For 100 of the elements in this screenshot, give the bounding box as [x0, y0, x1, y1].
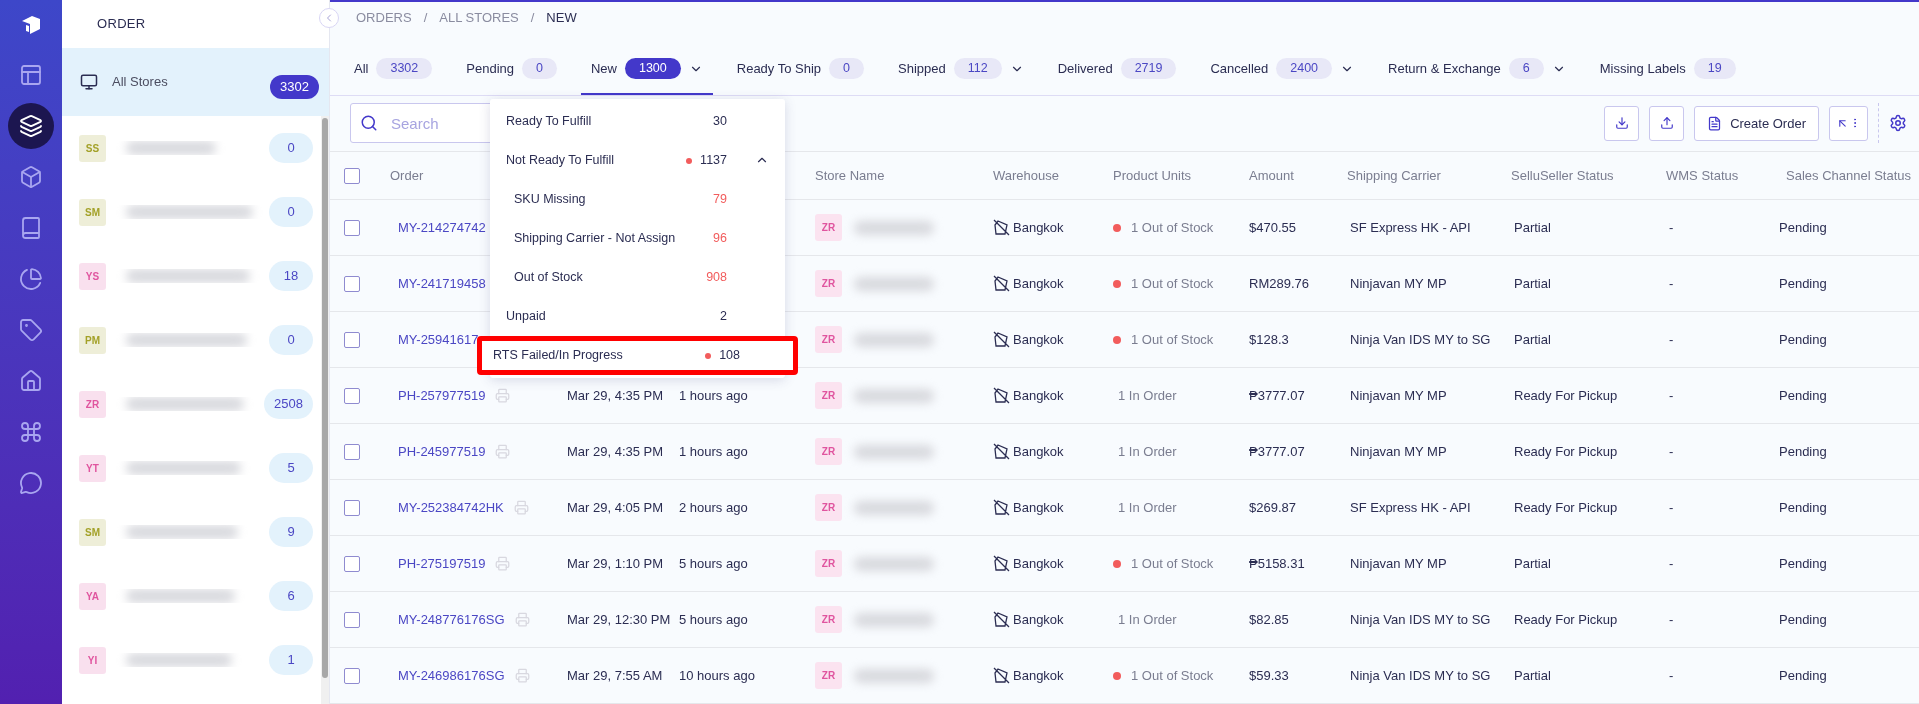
count-badge: 3302 — [376, 58, 433, 79]
store-initials: SM — [79, 518, 106, 546]
column-header: Order — [389, 166, 424, 185]
breadcrumb-separator: / — [423, 8, 428, 27]
select-all-checkbox[interactable] — [344, 167, 360, 184]
store-item[interactable]: YT 5 — [62, 436, 321, 500]
menu-item[interactable]: Out of Stock 908 — [490, 258, 785, 297]
count-badge: 0 — [829, 58, 865, 79]
table-cell-text: Bangkok — [1013, 666, 1064, 685]
order-link[interactable]: PH-257977519 — [398, 385, 486, 406]
count-badge: 1 — [269, 645, 313, 675]
row-checkbox[interactable] — [344, 611, 360, 628]
table-cell-text: Pending — [1778, 498, 1827, 517]
table-cell: 5 hours ago — [679, 611, 748, 627]
table-cell-text: Ninjavan MY MP — [1349, 386, 1447, 405]
status-tab[interactable]: Pending 0 — [456, 44, 567, 95]
table-cell-text: - — [1668, 330, 1674, 349]
menu-item[interactable]: Not Ready To Fulfill 1137 — [490, 141, 785, 180]
table-cell-text: 1 Out of Stock — [1131, 218, 1214, 237]
table-cell-text: Ninjavan MY MP — [1349, 274, 1447, 293]
menu-item[interactable]: SKU Missing 79 — [490, 180, 785, 219]
status-tab[interactable]: Cancelled 2400 — [1200, 44, 1365, 95]
row-checkbox[interactable] — [344, 331, 360, 348]
upload-button[interactable] — [1649, 105, 1685, 141]
store-item[interactable]: PM 0 — [62, 308, 321, 372]
row-checkbox[interactable] — [344, 499, 360, 516]
table-cell-text: Ninja Van IDS MY to SG — [1349, 330, 1491, 349]
row-checkbox[interactable] — [344, 667, 360, 684]
menu-item[interactable]: Shipping Carrier - Not Assign 96 — [490, 219, 785, 258]
row-checkbox[interactable] — [344, 443, 360, 460]
table-cell-text: Partial — [1513, 666, 1551, 685]
table-cell-text: - — [1668, 442, 1674, 461]
crossed-out-icon — [993, 387, 1010, 404]
table-cell-text: - — [1668, 498, 1674, 517]
table-cell-text: 1 Out of Stock — [1131, 554, 1214, 573]
panel-title: ORDER — [97, 15, 146, 34]
table-cell: Mar 29, 7:55 AM — [567, 667, 663, 683]
column-header: Sales Channel Status — [1785, 166, 1912, 185]
nav-item[interactable] — [8, 103, 54, 149]
store-initials: ZR — [815, 662, 842, 689]
menu-item[interactable]: Unpaid 2 — [490, 297, 785, 336]
order-link[interactable]: MY-246986176SG — [398, 665, 505, 686]
layers-icon — [19, 114, 43, 138]
tab-label: Return & Exchange — [1388, 59, 1501, 78]
create-order-button[interactable]: Create Order — [1694, 105, 1819, 141]
table-cell-text: 1 Out of Stock — [1131, 330, 1214, 349]
settings-icon[interactable] — [1889, 114, 1907, 133]
table-cell-text: 1 In Order — [1117, 610, 1177, 629]
count-badge: 5 — [269, 453, 313, 483]
store-item[interactable]: ZR 2508 — [62, 372, 321, 436]
status-tab[interactable]: Missing Labels 19 — [1589, 44, 1746, 95]
store-initials: YI — [79, 646, 106, 674]
status-tab[interactable]: New 1300 — [580, 44, 713, 95]
download-button[interactable] — [1604, 105, 1640, 141]
table-cell-text: 1 In Order — [1117, 498, 1177, 517]
status-tab[interactable]: All 3302 — [344, 44, 443, 95]
table-cell: Mar 29, 12:30 PM — [567, 611, 671, 627]
tab-label: New — [590, 59, 617, 78]
store-item[interactable]: YI 1 — [62, 628, 321, 692]
table-cell-text: Pending — [1778, 666, 1827, 685]
crossed-out-icon — [993, 443, 1010, 460]
order-link[interactable]: MY-25941617 — [398, 329, 479, 350]
status-tab[interactable]: Delivered 2719 — [1047, 44, 1187, 95]
store-item[interactable]: SM 9 — [62, 500, 321, 564]
tab-label: Cancelled — [1210, 59, 1269, 78]
order-link[interactable]: MY-214274742 — [398, 217, 486, 238]
store-initials: ZR — [815, 214, 842, 241]
table-cell-text: Pending — [1778, 274, 1827, 293]
store-item[interactable]: YS 18 — [62, 244, 321, 308]
expand-button[interactable] — [1829, 105, 1868, 141]
table-cell-text: Pending — [1778, 554, 1827, 573]
all-stores-label: All Stores — [112, 73, 169, 92]
row-checkbox[interactable] — [344, 555, 360, 572]
order-link[interactable]: MY-252384742HK — [398, 497, 504, 518]
status-tab[interactable]: Return & Exchange 6 — [1378, 44, 1576, 95]
order-link[interactable]: PH-245977519 — [398, 441, 486, 462]
count-badge: 0 — [269, 325, 313, 355]
store-item[interactable]: SS 0 — [62, 116, 321, 180]
all-stores-item[interactable]: All Stores 3302 — [62, 48, 329, 116]
table-cell-text: SF Express HK - API — [1349, 498, 1471, 517]
home-icon — [19, 369, 43, 393]
table-cell-text: RM289.76 — [1248, 274, 1309, 293]
order-link[interactable]: MY-241719458 — [398, 273, 486, 294]
table-cell-text: Bangkok — [1013, 386, 1064, 405]
store-item[interactable]: YA 6 — [62, 564, 321, 628]
table-cell-text: 1 In Order — [1117, 442, 1177, 461]
table-cell-text: $128.3 — [1248, 330, 1289, 349]
status-tab[interactable]: Ready To Ship 0 — [726, 44, 875, 95]
row-checkbox[interactable] — [344, 387, 360, 404]
order-link[interactable]: MY-248776176SG — [398, 609, 505, 630]
order-link[interactable]: PH-275197519 — [398, 553, 486, 574]
scrollbar[interactable] — [321, 116, 329, 704]
store-item[interactable]: SM 0 — [62, 180, 321, 244]
status-tab[interactable]: Shipped 112 — [888, 44, 1034, 95]
row-checkbox[interactable] — [344, 275, 360, 292]
table-cell-text: Bangkok — [1013, 330, 1064, 349]
crossed-out-icon — [993, 219, 1010, 236]
menu-item[interactable]: RTS Failed/In Progress 108 — [477, 336, 798, 375]
row-checkbox[interactable] — [344, 219, 360, 236]
column-header: Product Units — [1112, 166, 1192, 185]
